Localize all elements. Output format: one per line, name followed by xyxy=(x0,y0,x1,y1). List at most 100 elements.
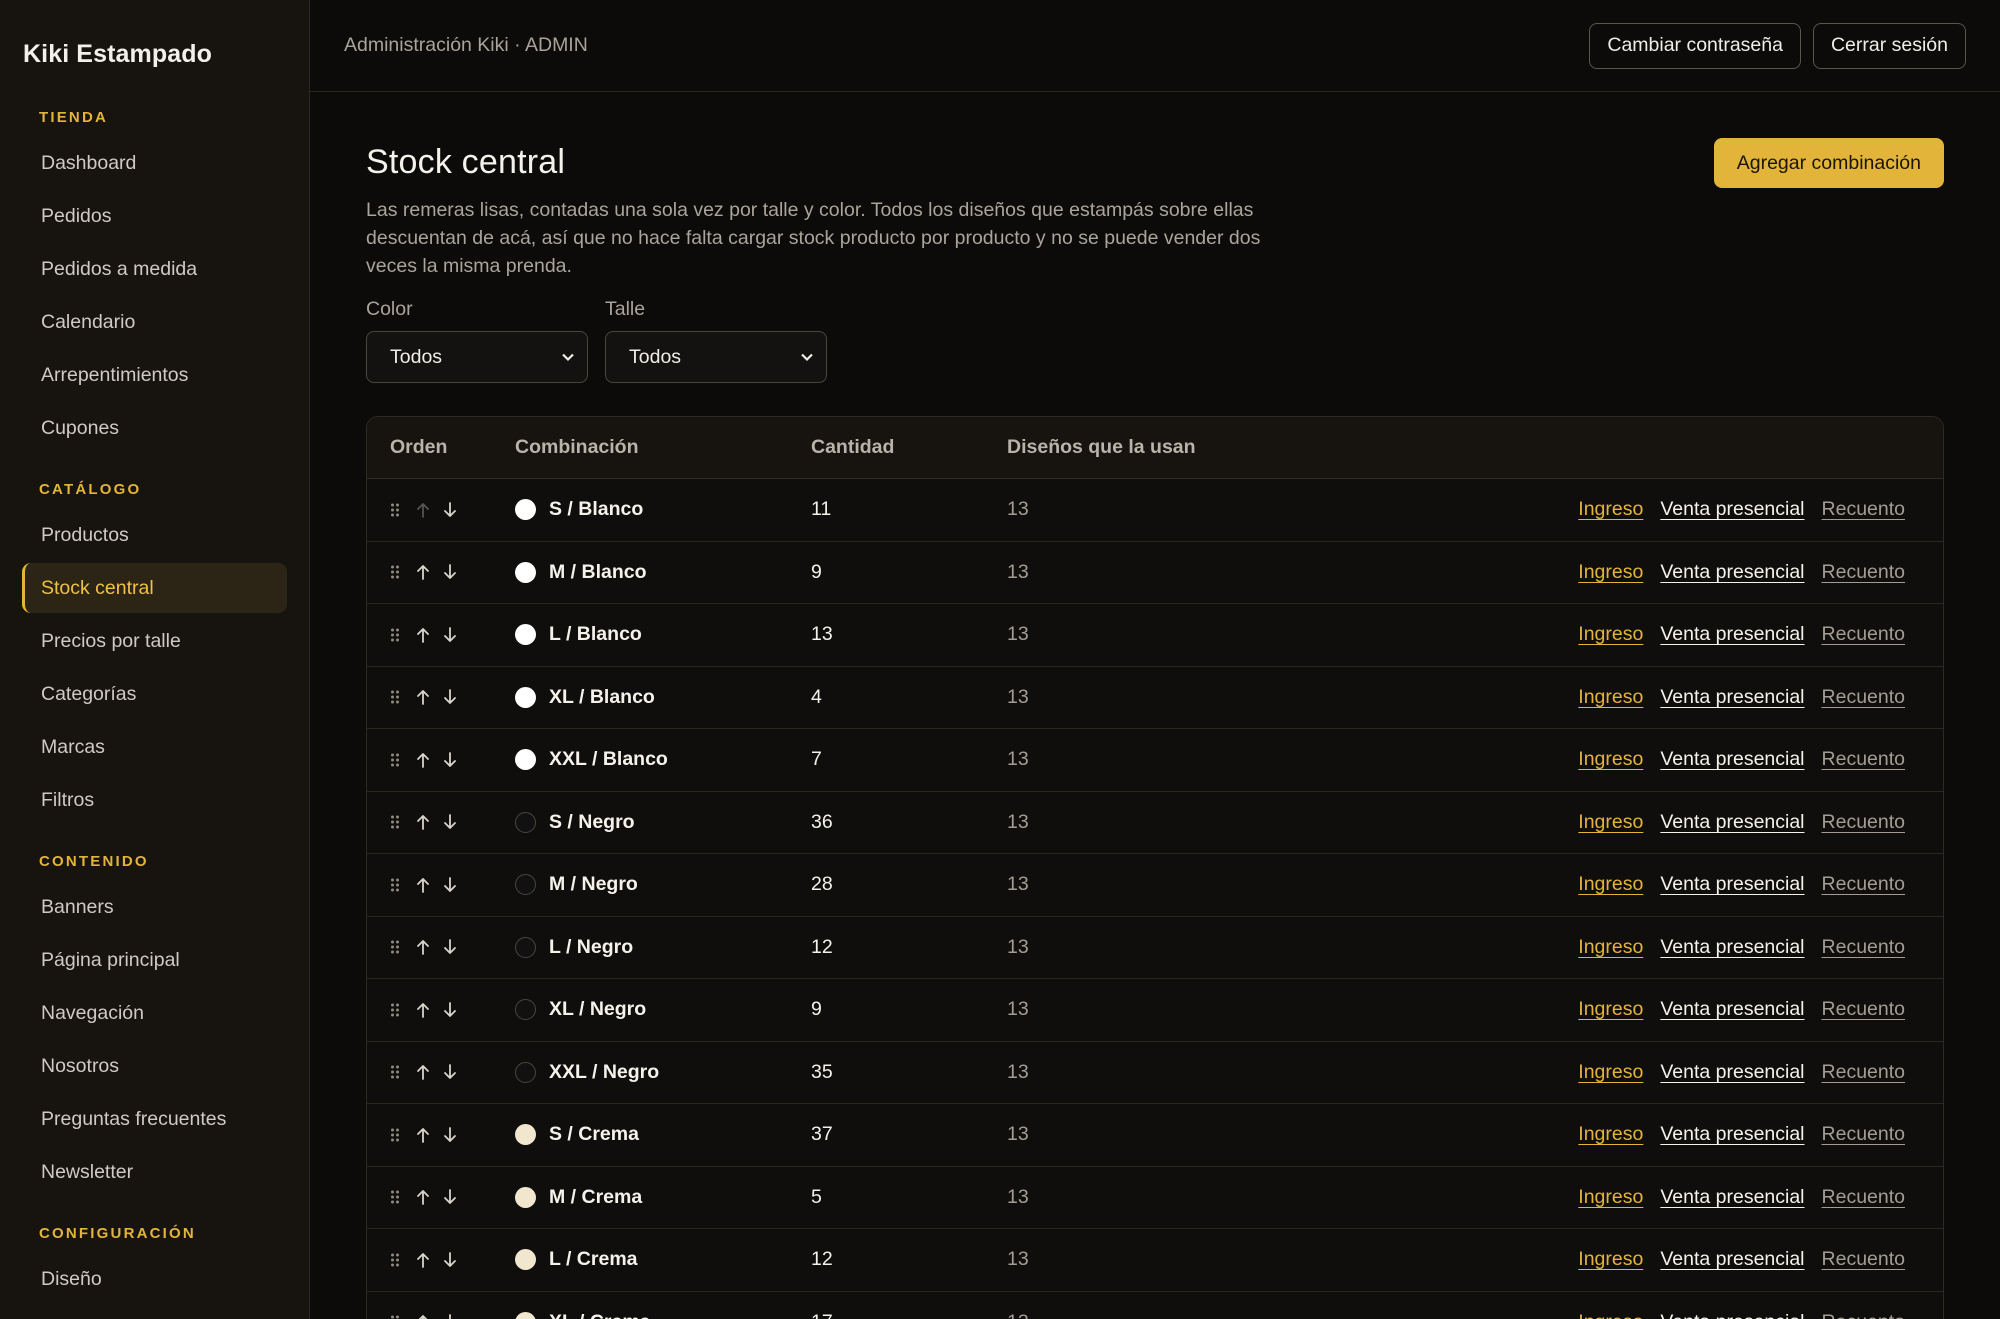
drag-handle-icon[interactable] xyxy=(390,503,400,517)
drag-handle-icon[interactable] xyxy=(390,815,400,829)
arrow-down-icon[interactable] xyxy=(443,938,457,956)
drag-handle-icon[interactable] xyxy=(390,565,400,579)
sidebar-item-pedidos[interactable]: Pedidos xyxy=(22,191,287,241)
arrow-up-icon[interactable] xyxy=(416,1001,430,1019)
ingreso-link[interactable]: Ingreso xyxy=(1578,1186,1643,1209)
recuento-link[interactable]: Recuento xyxy=(1822,1186,1905,1209)
venta-presencial-link[interactable]: Venta presencial xyxy=(1660,1311,1804,1319)
recuento-link[interactable]: Recuento xyxy=(1822,748,1905,771)
venta-presencial-link[interactable]: Venta presencial xyxy=(1660,998,1804,1021)
sidebar-item-navegacion[interactable]: Navegación xyxy=(22,988,287,1038)
arrow-up-icon[interactable] xyxy=(416,938,430,956)
sidebar-item-dashboard[interactable]: Dashboard xyxy=(22,138,287,188)
arrow-up-icon[interactable] xyxy=(416,501,430,519)
ingreso-link[interactable]: Ingreso xyxy=(1578,1311,1643,1319)
ingreso-link[interactable]: Ingreso xyxy=(1578,1061,1643,1084)
venta-presencial-link[interactable]: Venta presencial xyxy=(1660,873,1804,896)
arrow-up-icon[interactable] xyxy=(416,1188,430,1206)
sidebar-item-productos[interactable]: Productos xyxy=(22,510,287,560)
drag-handle-icon[interactable] xyxy=(390,1128,400,1142)
ingreso-link[interactable]: Ingreso xyxy=(1578,686,1643,709)
drag-handle-icon[interactable] xyxy=(390,690,400,704)
arrow-down-icon[interactable] xyxy=(443,563,457,581)
arrow-up-icon[interactable] xyxy=(416,626,430,644)
drag-handle-icon[interactable] xyxy=(390,940,400,954)
arrow-up-icon[interactable] xyxy=(416,563,430,581)
venta-presencial-link[interactable]: Venta presencial xyxy=(1660,748,1804,771)
venta-presencial-link[interactable]: Venta presencial xyxy=(1660,1123,1804,1146)
ingreso-link[interactable]: Ingreso xyxy=(1578,998,1643,1021)
sidebar-item-filtros[interactable]: Filtros xyxy=(22,775,287,825)
arrow-up-icon[interactable] xyxy=(416,1126,430,1144)
sidebar-item-calendario[interactable]: Calendario xyxy=(22,297,287,347)
arrow-down-icon[interactable] xyxy=(443,688,457,706)
recuento-link[interactable]: Recuento xyxy=(1822,873,1905,896)
sidebar-item-cupones[interactable]: Cupones xyxy=(22,403,287,453)
sidebar-item-categorias[interactable]: Categorías xyxy=(22,669,287,719)
recuento-link[interactable]: Recuento xyxy=(1822,1248,1905,1271)
arrow-up-icon[interactable] xyxy=(416,876,430,894)
arrow-down-icon[interactable] xyxy=(443,501,457,519)
drag-handle-icon[interactable] xyxy=(390,628,400,642)
arrow-up-icon[interactable] xyxy=(416,1063,430,1081)
sidebar-item-precios-por-talle[interactable]: Precios por talle xyxy=(22,616,287,666)
ingreso-link[interactable]: Ingreso xyxy=(1578,498,1643,521)
arrow-down-icon[interactable] xyxy=(443,626,457,644)
venta-presencial-link[interactable]: Venta presencial xyxy=(1660,623,1804,646)
ingreso-link[interactable]: Ingreso xyxy=(1578,561,1643,584)
venta-presencial-link[interactable]: Venta presencial xyxy=(1660,498,1804,521)
recuento-link[interactable]: Recuento xyxy=(1822,998,1905,1021)
add-combination-button[interactable]: Agregar combinación xyxy=(1713,138,1944,188)
arrow-down-icon[interactable] xyxy=(443,1313,457,1319)
venta-presencial-link[interactable]: Venta presencial xyxy=(1660,1186,1804,1209)
arrow-up-icon[interactable] xyxy=(416,813,430,831)
sidebar-item-nosotros[interactable]: Nosotros xyxy=(22,1041,287,1091)
arrow-up-icon[interactable] xyxy=(416,1313,430,1319)
drag-handle-icon[interactable] xyxy=(390,1003,400,1017)
ingreso-link[interactable]: Ingreso xyxy=(1578,873,1643,896)
ingreso-link[interactable]: Ingreso xyxy=(1578,748,1643,771)
ingreso-link[interactable]: Ingreso xyxy=(1578,623,1643,646)
arrow-down-icon[interactable] xyxy=(443,813,457,831)
sidebar-item-marcas[interactable]: Marcas xyxy=(22,722,287,772)
recuento-link[interactable]: Recuento xyxy=(1822,1061,1905,1084)
venta-presencial-link[interactable]: Venta presencial xyxy=(1660,1061,1804,1084)
recuento-link[interactable]: Recuento xyxy=(1822,811,1905,834)
sidebar-item-pagina-principal[interactable]: Página principal xyxy=(22,935,287,985)
recuento-link[interactable]: Recuento xyxy=(1822,686,1905,709)
ingreso-link[interactable]: Ingreso xyxy=(1578,1248,1643,1271)
arrow-up-icon[interactable] xyxy=(416,688,430,706)
change-password-button[interactable]: Cambiar contraseña xyxy=(1589,22,1801,69)
drag-handle-icon[interactable] xyxy=(390,753,400,767)
sidebar-item-newsletter[interactable]: Newsletter xyxy=(22,1147,287,1197)
arrow-down-icon[interactable] xyxy=(443,1001,457,1019)
arrow-up-icon[interactable] xyxy=(416,1251,430,1269)
venta-presencial-link[interactable]: Venta presencial xyxy=(1660,936,1804,959)
sidebar-item-stock-central[interactable]: Stock central xyxy=(22,563,287,613)
arrow-down-icon[interactable] xyxy=(443,751,457,769)
recuento-link[interactable]: Recuento xyxy=(1822,623,1905,646)
venta-presencial-link[interactable]: Venta presencial xyxy=(1660,811,1804,834)
ingreso-link[interactable]: Ingreso xyxy=(1578,811,1643,834)
recuento-link[interactable]: Recuento xyxy=(1822,1311,1905,1319)
recuento-link[interactable]: Recuento xyxy=(1822,561,1905,584)
color-select[interactable]: Todos xyxy=(366,331,588,383)
arrow-down-icon[interactable] xyxy=(443,876,457,894)
sidebar-item-pedidos-a-medida[interactable]: Pedidos a medida xyxy=(22,244,287,294)
ingreso-link[interactable]: Ingreso xyxy=(1578,1123,1643,1146)
venta-presencial-link[interactable]: Venta presencial xyxy=(1660,686,1804,709)
size-select[interactable]: Todos xyxy=(605,331,827,383)
ingreso-link[interactable]: Ingreso xyxy=(1578,936,1643,959)
sidebar-item-arrepentimientos[interactable]: Arrepentimientos xyxy=(22,350,287,400)
drag-handle-icon[interactable] xyxy=(390,1315,400,1319)
recuento-link[interactable]: Recuento xyxy=(1822,1123,1905,1146)
drag-handle-icon[interactable] xyxy=(390,1190,400,1204)
arrow-down-icon[interactable] xyxy=(443,1126,457,1144)
recuento-link[interactable]: Recuento xyxy=(1822,936,1905,959)
arrow-down-icon[interactable] xyxy=(443,1063,457,1081)
drag-handle-icon[interactable] xyxy=(390,1065,400,1079)
sidebar-item-preguntas-frecuentes[interactable]: Preguntas frecuentes xyxy=(22,1094,287,1144)
logout-button[interactable]: Cerrar sesión xyxy=(1812,22,1966,69)
drag-handle-icon[interactable] xyxy=(390,878,400,892)
arrow-up-icon[interactable] xyxy=(416,751,430,769)
